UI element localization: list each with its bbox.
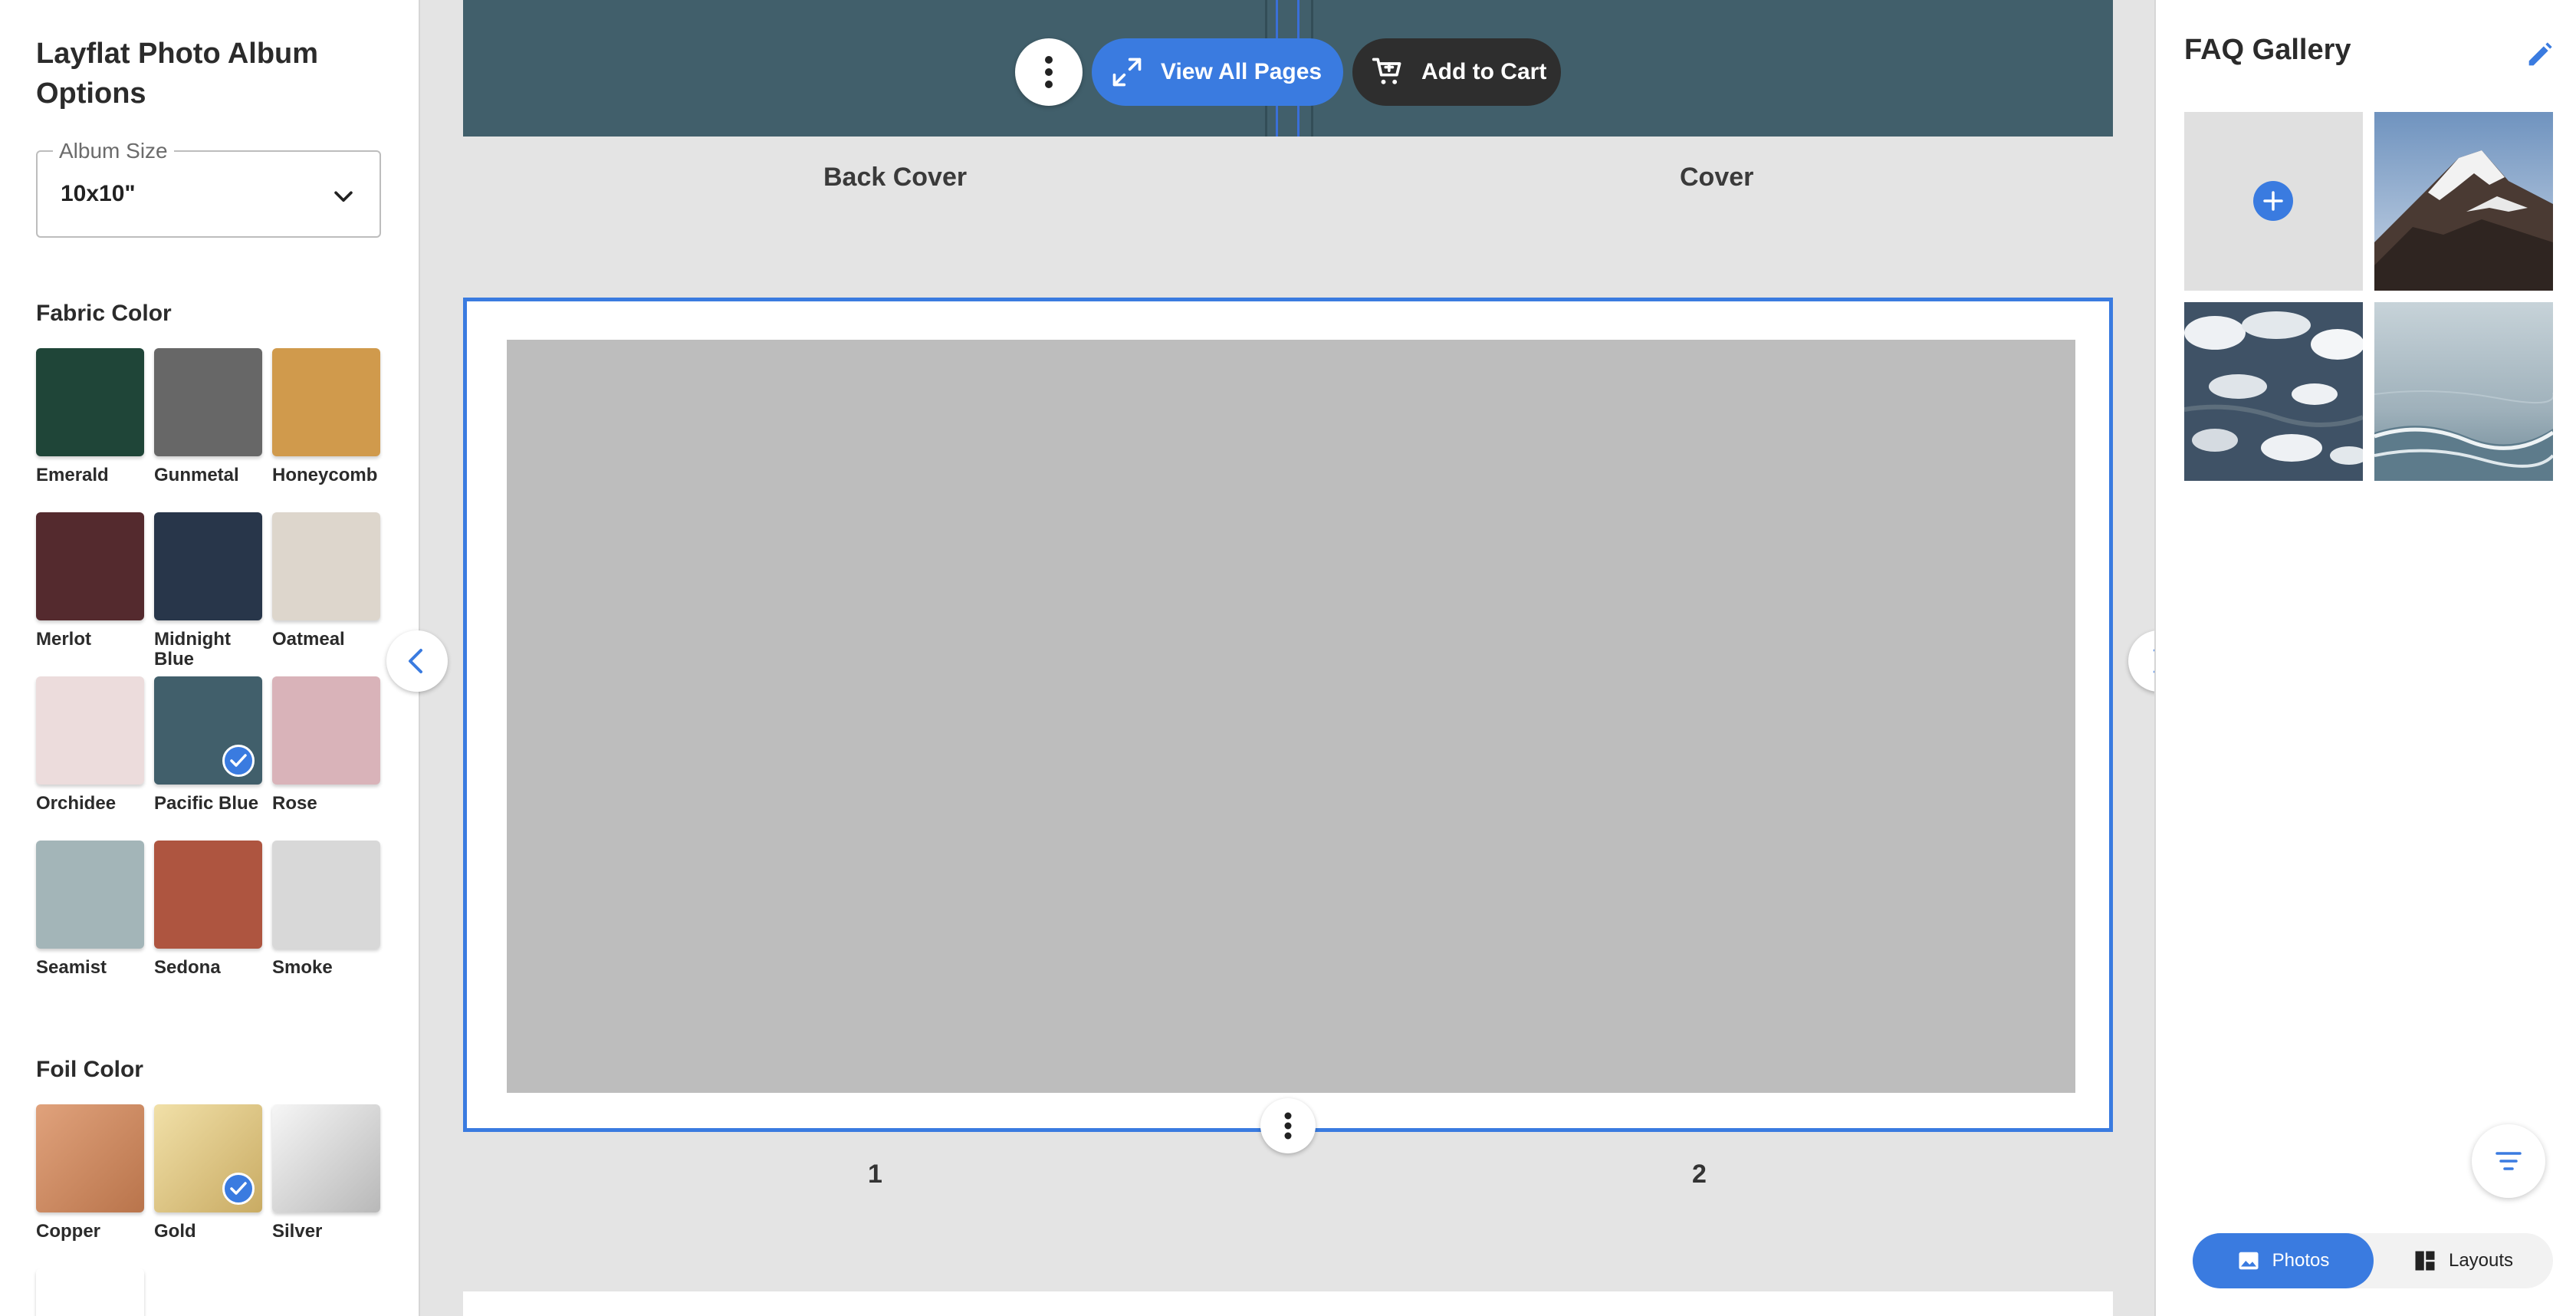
tab-photos[interactable]: Photos (2193, 1233, 2374, 1288)
expand-icon (1112, 58, 1142, 87)
previous-page-button[interactable] (386, 630, 448, 692)
foil-chip (154, 1104, 262, 1212)
add-to-cart-button[interactable]: Add to Cart (1352, 38, 1561, 106)
fabric-chip (154, 348, 262, 456)
chevron-down-icon (334, 191, 353, 202)
fabric-label: Sedona (154, 957, 221, 978)
fabric-swatch-emerald[interactable]: Emerald (36, 348, 144, 485)
foil-color-title: Foil Color (36, 1057, 143, 1082)
album-size-select[interactable]: Album Size 10x10" (36, 139, 381, 238)
back-cover-label: Back Cover (823, 163, 968, 192)
page-number-left: 1 (868, 1160, 882, 1189)
fabric-swatch-oatmeal[interactable]: Oatmeal (272, 512, 380, 650)
next-spread-preview[interactable] (463, 1291, 2113, 1316)
fabric-swatch-orchidee[interactable]: Orchidee (36, 676, 144, 814)
fabric-label: Rose (272, 793, 317, 814)
fabric-chip (272, 841, 380, 949)
mountain-snow-photo[interactable] (2374, 112, 2553, 291)
foil-swatch-silver[interactable]: Silver (272, 1104, 380, 1242)
tab-layouts[interactable]: Layouts (2374, 1233, 2553, 1288)
fabric-label: Merlot (36, 629, 91, 650)
plus-icon (2253, 181, 2293, 221)
fabric-chip (36, 348, 144, 456)
fabric-chip (36, 676, 144, 785)
album-size-legend: Album Size (53, 139, 174, 163)
page-number-right: 2 (1692, 1160, 1707, 1189)
panel-title: Layflat Photo Album Options (36, 38, 319, 110)
foil-chip (36, 1104, 144, 1212)
fabric-swatch-midnight-blue[interactable]: Midnight Blue (154, 512, 262, 670)
fabric-chip (36, 841, 144, 949)
fabric-swatch-smoke[interactable]: Smoke (272, 841, 380, 978)
tab-layouts-label: Layouts (2448, 1250, 2514, 1271)
fabric-chip (154, 512, 262, 620)
album-size-value: 10x10" (61, 181, 136, 206)
fabric-chip (154, 676, 262, 785)
gallery-title: FAQ Gallery (2184, 34, 2351, 66)
gallery-panel: FAQ Gallery Photos Layouts (2154, 0, 2576, 1316)
checkmark-icon (222, 1173, 255, 1205)
add-to-cart-label: Add to Cart (1421, 59, 1547, 84)
more-vertical-icon (1284, 1112, 1292, 1140)
fabric-label: Gunmetal (154, 465, 239, 485)
pencil-icon[interactable] (2524, 40, 2555, 71)
fabric-swatch-seamist[interactable]: Seamist (36, 841, 144, 978)
more-vertical-icon (1045, 56, 1053, 88)
view-all-pages-label: View All Pages (1161, 59, 1322, 84)
ocean-waves-photo[interactable] (2374, 302, 2553, 481)
fabric-chip (272, 676, 380, 785)
fabric-swatch-rose[interactable]: Rose (272, 676, 380, 814)
fabric-label: Pacific Blue (154, 793, 259, 814)
fabric-label: Oatmeal (272, 629, 345, 650)
checkmark-icon (222, 745, 255, 777)
foil-chip (36, 1268, 144, 1316)
fabric-swatch-honeycomb[interactable]: Honeycomb (272, 348, 380, 485)
album-options-panel: Layflat Photo Album Options Album Size 1… (0, 0, 420, 1316)
page-spread-selected[interactable] (463, 298, 2113, 1132)
fabric-chip (272, 512, 380, 620)
fabric-swatch-pacific-blue[interactable]: Pacific Blue (154, 676, 262, 814)
fabric-chip (154, 841, 262, 949)
foil-swatch-extra[interactable] (36, 1268, 144, 1316)
cart-add-icon (1372, 58, 1401, 84)
fabric-swatch-gunmetal[interactable]: Gunmetal (154, 348, 262, 485)
fabric-label: Midnight Blue (154, 629, 231, 670)
layout-icon (2415, 1251, 2435, 1271)
page-menu-button[interactable] (1260, 1098, 1316, 1153)
fabric-chip (272, 348, 380, 456)
fabric-swatch-sedona[interactable]: Sedona (154, 841, 262, 978)
fabric-label: Smoke (272, 957, 333, 978)
fabric-label: Seamist (36, 957, 107, 978)
aerial-clouds-photo[interactable] (2184, 302, 2363, 481)
foil-label: Silver (272, 1221, 323, 1242)
foil-swatch-copper[interactable]: Copper (36, 1104, 144, 1242)
foil-swatch-gold[interactable]: Gold (154, 1104, 262, 1242)
chevron-left-icon (409, 649, 422, 673)
add-photo-tile[interactable] (2184, 112, 2363, 291)
foil-label: Copper (36, 1221, 100, 1242)
fabric-color-title: Fabric Color (36, 301, 172, 326)
fabric-swatch-merlot[interactable]: Merlot (36, 512, 144, 650)
fabric-chip (36, 512, 144, 620)
cover-label: Cover (1680, 163, 1754, 192)
filter-button[interactable] (2472, 1124, 2545, 1198)
panel-tabs: Photos Layouts (2193, 1233, 2553, 1288)
fabric-label: Honeycomb (272, 465, 378, 485)
spread-menu-button[interactable] (1015, 38, 1083, 106)
foil-chip (272, 1104, 380, 1212)
view-all-pages-button[interactable]: View All Pages (1092, 38, 1343, 106)
fabric-label: Emerald (36, 465, 109, 485)
foil-label: Gold (154, 1221, 196, 1242)
filter-icon (2496, 1152, 2522, 1170)
tab-photos-label: Photos (2272, 1250, 2330, 1271)
image-icon (2239, 1252, 2259, 1270)
photo-placeholder[interactable] (507, 340, 2075, 1093)
fabric-label: Orchidee (36, 793, 117, 814)
